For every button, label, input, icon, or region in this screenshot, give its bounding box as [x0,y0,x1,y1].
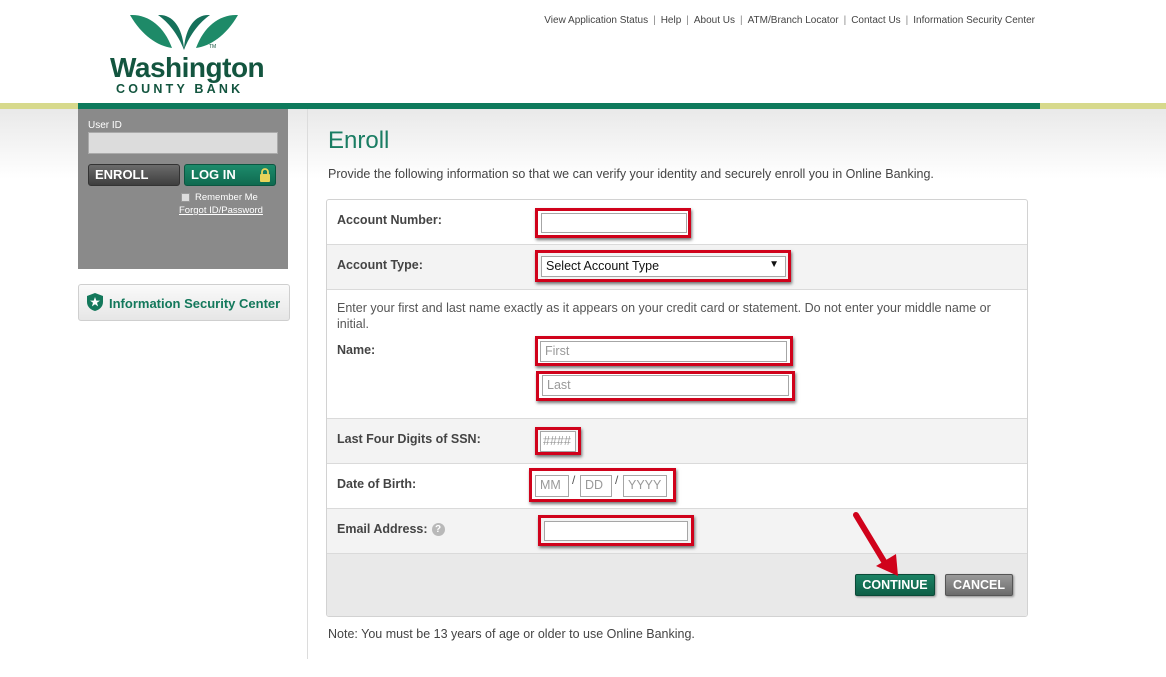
highlight-box [535,208,691,238]
link-information-security-center[interactable]: Information Security Center [913,15,1035,26]
highlight-box [535,427,581,455]
enroll-form: Account Number: Account Type: Select Acc… [326,199,1028,617]
page-title: Enroll [328,127,390,154]
help-icon[interactable]: ? [431,523,445,536]
bank-logo[interactable]: TM Washington COUNTY BANK [108,12,268,98]
forgot-id-password-link[interactable]: Forgot ID/Password [179,205,263,216]
top-navigation: View Application Status | Help | About Us | AT… [544,15,1035,26]
information-security-center-label: Information Security Center [109,296,281,311]
logo-subtitle: COUNTY BANK [116,82,244,96]
lock-icon [260,168,270,182]
remember-me-label: Remember Me [195,192,258,203]
age-requirement-note: Note: You must be 13 years of age or old… [328,627,695,641]
highlight-box [536,371,795,401]
ssn-label: Last Four Digits of SSN: [337,432,481,446]
enroll-button[interactable]: ENROLL [88,164,180,186]
login-panel: User ID ENROLL LOG IN Remember Me Forgot… [78,109,288,269]
link-contact-us[interactable]: Contact Us [851,15,900,26]
remember-me-checkbox[interactable] [181,193,190,202]
name-row: Enter your first and last name exactly a… [327,290,1027,419]
email-address-label: Email Address:? [337,522,445,536]
form-actions: CONTINUE CANCEL [327,554,1027,616]
name-instructions: Enter your first and last name exactly a… [337,301,991,331]
email-row: Email Address:? [327,509,1027,554]
account-type-row: Account Type: Select Account Type ▼ [327,245,1027,290]
account-type-label: Account Type: [337,258,423,272]
link-atm-branch-locator[interactable]: ATM/Branch Locator [748,15,839,26]
logo-name: Washington [110,52,265,83]
header: TM Washington COUNTY BANK View Applicati… [0,0,1166,104]
date-of-birth-label: Date of Birth: [337,477,417,491]
login-button[interactable]: LOG IN [184,164,276,186]
highlight-box [535,250,791,282]
red-arrow-icon [853,512,898,576]
cancel-button[interactable]: CANCEL [945,574,1013,596]
highlight-box [535,336,793,366]
wing-logo-icon [130,14,238,50]
highlight-box [538,515,694,546]
name-label: Name: [337,343,376,357]
date-of-birth-row: Date of Birth: MM / DD / YYYY [327,464,1027,509]
user-id-label: User ID [88,120,122,131]
login-button-label: LOG IN [191,167,236,182]
information-security-center-button[interactable]: Information Security Center [78,284,290,321]
account-number-row: Account Number: [327,200,1027,245]
intro-text: Provide the following information so tha… [328,167,934,181]
link-view-application-status[interactable]: View Application Status [544,15,648,26]
link-about-us[interactable]: About Us [694,15,735,26]
column-divider [307,109,308,659]
link-help[interactable]: Help [661,15,682,26]
user-id-input[interactable] [88,132,278,154]
shield-star-icon [87,293,103,311]
highlight-box [529,468,676,502]
ssn-row: Last Four Digits of SSN: #### [327,419,1027,464]
trademark: TM [209,44,217,50]
email-address-label-text: Email Address: [337,522,428,536]
account-number-label: Account Number: [337,213,442,227]
